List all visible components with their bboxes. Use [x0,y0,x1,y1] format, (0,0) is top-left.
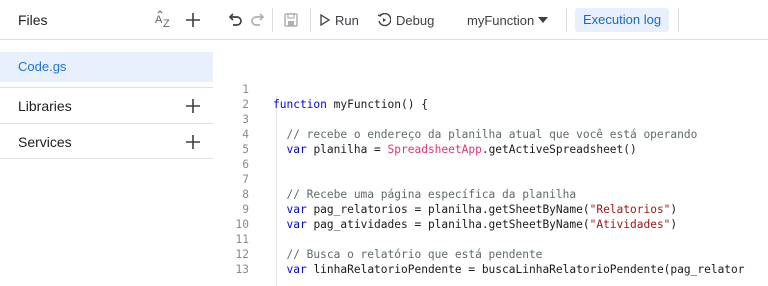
run-label: Run [335,12,359,28]
editor-toolbar: Run Debug myFunction Execution log [213,0,768,40]
function-name: myFunction [467,12,535,28]
services-section: Services [0,123,213,159]
files-title: Files [18,12,48,28]
execution-log-button[interactable]: Execution log [575,8,670,32]
code-line: 10 [213,202,768,231]
code-line: 7 // Recebe uma página específica da pla… [213,157,768,201]
toolbar-divider [272,8,273,32]
libraries-label: Libraries [18,98,72,114]
code-line: 4 var planilha = SpreadsheetApp.getActiv… [213,112,768,156]
svg-text:Z: Z [163,18,170,30]
save-icon[interactable] [282,11,300,29]
add-service-icon[interactable] [184,133,202,151]
code-line: 5 [213,127,768,156]
code-line: 12 var linhaRelatorioPendente = buscaLin… [213,232,768,276]
add-file-icon[interactable] [184,11,202,29]
code-editor[interactable]: 1 function myFunction() { 2 3 // recebe … [213,41,768,286]
sort-az-icon[interactable]: A Z [154,10,174,30]
function-select[interactable]: myFunction [467,8,549,32]
code-line: 8 var pag_relatorios = planilha.getSheet… [213,172,768,216]
add-library-icon[interactable] [184,97,202,115]
toolbar-divider [310,8,311,32]
code-line: 2 [213,82,768,111]
files-sidebar: Files A Z Code.gs Libraries Services [0,0,213,286]
code-line: 11 // Busca o relatório que está pendent… [213,217,768,261]
run-button[interactable]: Run [320,8,359,32]
dropdown-arrow-icon [538,17,549,23]
debug-button[interactable]: Debug [377,8,434,32]
code-line: 9 var pag_atividades = planilha.getSheet… [213,187,768,231]
code-line: 3 // recebe o endereço da planilha atual… [213,97,768,141]
toolbar-divider [566,8,567,32]
redo-icon[interactable] [249,11,267,29]
debug-label: Debug [396,12,435,28]
code-line: 6 [213,142,768,171]
undo-icon[interactable] [226,11,244,29]
play-icon [320,14,330,26]
toolbar-divider [678,8,679,32]
code-line: 13 [213,247,768,276]
files-header: Files A Z [0,0,213,40]
code-line: 1 function myFunction() { [213,67,768,111]
libraries-section: Libraries [0,87,213,123]
services-label: Services [18,134,72,150]
line-number: 13 [235,263,249,276]
debug-icon [377,13,391,27]
file-item-code-gs[interactable]: Code.gs [0,52,213,82]
svg-text:A: A [155,14,163,26]
file-name: Code.gs [18,59,67,74]
code-text: var linhaRelatorioPendente = buscaLinhaR… [286,263,745,276]
